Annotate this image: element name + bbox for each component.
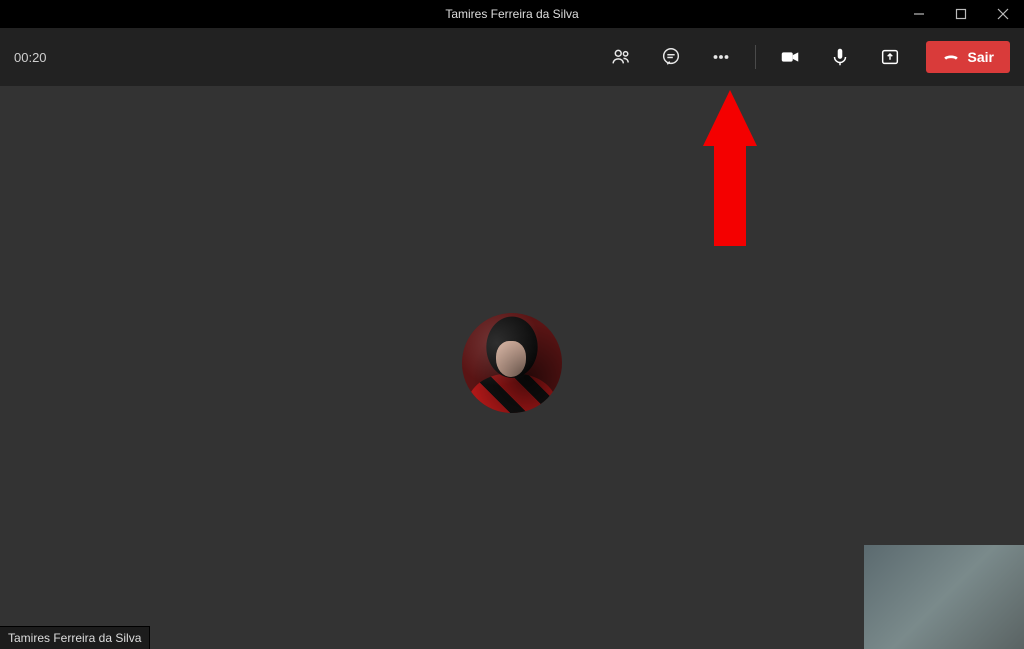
chat-icon [660, 46, 682, 68]
window-controls [898, 0, 1024, 28]
call-toolbar: 00:20 [0, 28, 1024, 86]
minimize-button[interactable] [898, 0, 940, 28]
leave-button[interactable]: Sair [926, 41, 1010, 73]
participant-name-label: Tamires Ferreira da Silva [0, 626, 150, 649]
call-stage: Tamires Ferreira da Silva [0, 86, 1024, 649]
share-icon [879, 46, 901, 68]
call-timer: 00:20 [14, 50, 47, 65]
participant-avatar [462, 313, 562, 413]
participants-button[interactable] [601, 39, 641, 75]
camera-button[interactable] [770, 39, 810, 75]
close-icon [997, 8, 1009, 20]
self-view-thumbnail[interactable] [864, 545, 1024, 649]
window-title: Tamires Ferreira da Silva [0, 7, 1024, 21]
camera-icon [779, 46, 801, 68]
maximize-icon [955, 8, 967, 20]
close-button[interactable] [982, 0, 1024, 28]
share-button[interactable] [870, 39, 910, 75]
mic-button[interactable] [820, 39, 860, 75]
minimize-icon [913, 8, 925, 20]
titlebar: Tamires Ferreira da Silva [0, 0, 1024, 28]
chat-button[interactable] [651, 39, 691, 75]
leave-label: Sair [968, 49, 994, 65]
maximize-button[interactable] [940, 0, 982, 28]
toolbar-divider [755, 45, 756, 69]
people-icon [610, 46, 632, 68]
hangup-icon [942, 48, 960, 66]
mic-icon [829, 46, 851, 68]
more-actions-button[interactable] [701, 39, 741, 75]
more-icon [710, 46, 732, 68]
